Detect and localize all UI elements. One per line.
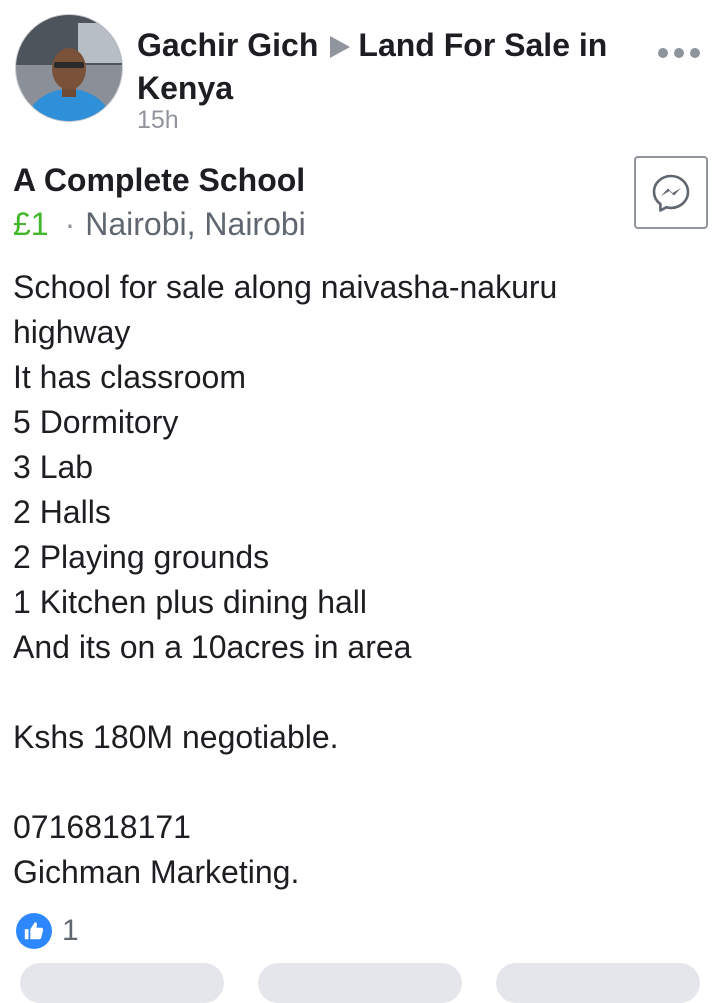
listing-price: £1 bbox=[13, 206, 49, 242]
separator-dot: · bbox=[64, 206, 76, 242]
description-line: And its on a 10acres in area bbox=[13, 629, 412, 665]
more-dot bbox=[690, 48, 700, 58]
listing-description: School for sale along naivasha-nakuru hi… bbox=[13, 265, 613, 895]
listing-title: A Complete School bbox=[13, 162, 306, 198]
description-blank-line bbox=[13, 760, 613, 805]
share-action-button[interactable] bbox=[496, 963, 700, 1003]
messenger-icon bbox=[652, 174, 690, 212]
more-horizontal-icon bbox=[658, 48, 668, 58]
post-header-title: Gachir Gich Land For Sale in Kenya bbox=[137, 24, 627, 110]
author-name-link[interactable]: Gachir Gich bbox=[137, 27, 318, 63]
description-line: 2 Playing grounds bbox=[13, 539, 270, 575]
message-seller-button[interactable] bbox=[634, 156, 708, 229]
description-line: 2 Halls bbox=[13, 494, 111, 530]
more-options-button[interactable] bbox=[655, 38, 703, 68]
description-blank-line bbox=[13, 670, 613, 715]
like-action-button[interactable] bbox=[20, 963, 224, 1003]
description-line: 1 Kitchen plus dining hall bbox=[13, 584, 368, 620]
thumbs-up-icon bbox=[24, 922, 44, 940]
like-reaction-badge bbox=[16, 913, 52, 949]
like-count: 1 bbox=[62, 914, 79, 947]
more-dot bbox=[674, 48, 684, 58]
description-line: highway bbox=[13, 314, 131, 350]
comment-action-button[interactable] bbox=[258, 963, 462, 1003]
description-line: 5 Dormitory bbox=[13, 404, 179, 440]
description-line: School for sale along naivasha-nakuru bbox=[13, 269, 558, 305]
reaction-summary[interactable]: 1 bbox=[16, 913, 79, 949]
post-timestamp[interactable]: 15h bbox=[137, 106, 179, 135]
description-line: 3 Lab bbox=[13, 449, 94, 485]
arrow-right-icon bbox=[330, 36, 351, 58]
listing-location: Nairobi, Nairobi bbox=[85, 206, 306, 242]
author-avatar[interactable] bbox=[16, 15, 122, 121]
listing-price-location: £1 · Nairobi, Nairobi bbox=[13, 203, 306, 245]
description-line: Gichman Marketing. bbox=[13, 854, 300, 890]
description-line: Kshs 180M negotiable. bbox=[13, 719, 339, 755]
description-phone-line: 0716818171 bbox=[13, 809, 191, 845]
description-line: It has classroom bbox=[13, 359, 246, 395]
